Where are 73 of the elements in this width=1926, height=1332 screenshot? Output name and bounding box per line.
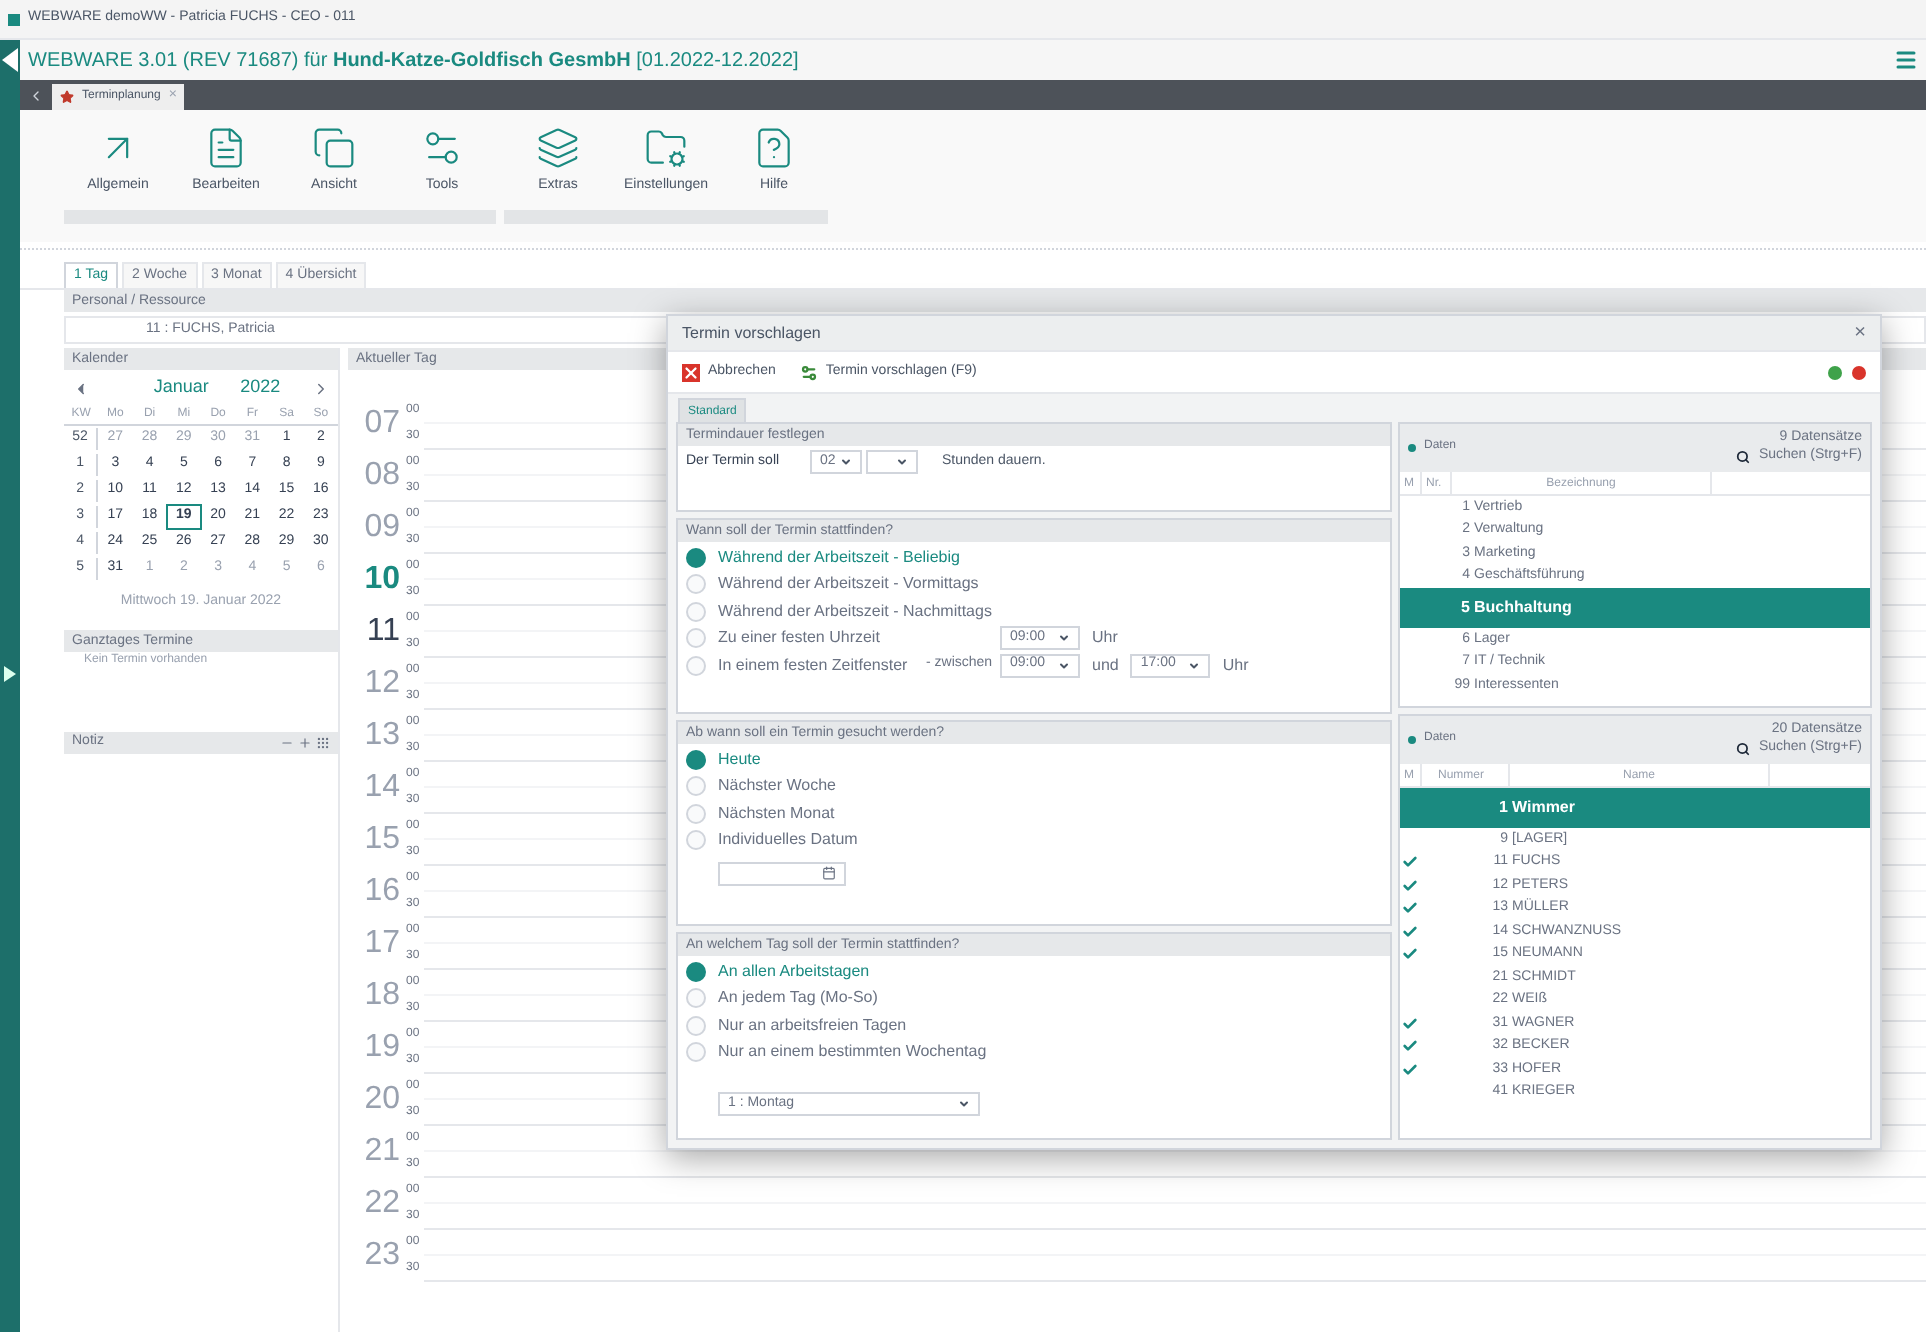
name-cell: Buchhaltung [1472, 596, 1572, 620]
radio-button[interactable] [686, 749, 706, 769]
plus-icon[interactable] [298, 735, 312, 749]
month-label: Januar [153, 374, 209, 401]
number-cell-text: 1 [1497, 796, 1510, 820]
help-icon [752, 126, 796, 170]
hour-label: 11 [364, 612, 400, 652]
option-label: Individuelles Datum [718, 828, 858, 852]
number-cell-text: 5 [1459, 596, 1472, 620]
menu-icon[interactable] [1894, 48, 1918, 72]
option-label: An allen Arbeitstagen [718, 959, 870, 983]
option-label: Nächster Woche [718, 774, 836, 798]
option-label: Während der Arbeitszeit - Vormittags [718, 572, 979, 596]
and-label: und [1092, 653, 1119, 677]
table-row[interactable]: 5 Buchhaltung [1400, 588, 1870, 628]
caret-icon [840, 456, 852, 468]
hour-label: 13 [362, 716, 400, 756]
date-field[interactable] [718, 861, 846, 885]
option-label: Zu einer festen Uhrzeit [718, 626, 880, 650]
hour-label: 19 [362, 1028, 400, 1068]
hour-label: 09 [362, 508, 400, 548]
dialog-title: Termin vorschlagen [682, 321, 821, 345]
hour-label: 20 [362, 1080, 400, 1120]
hour-label: 12 [362, 664, 400, 704]
layers-icon [536, 126, 580, 170]
option-label: Während der Arbeitszeit - Nachmittags [718, 599, 992, 623]
option-label: Nur an arbeitsfreien Tagen [718, 1013, 907, 1037]
name-cell: Wimmer [1510, 796, 1575, 820]
star-icon [60, 90, 74, 104]
search-icon [1736, 741, 1751, 755]
radio-button[interactable] [686, 547, 706, 567]
caret-icon [958, 1097, 970, 1110]
caret-icon [896, 456, 908, 468]
app-title: WEBWARE 3.01 (REV 71687) für Hund-Katze-Goldfisch GesmbH [01.2022-12.2022] [28, 47, 799, 75]
caret-icon [1188, 659, 1201, 671]
hour-label: 14 [362, 768, 400, 808]
grip-icon[interactable] [316, 735, 330, 749]
folder-gear-icon [644, 126, 688, 170]
caret-icon [1058, 659, 1070, 671]
hour-label: 22 [362, 1184, 400, 1224]
hour-label: 17 [362, 924, 400, 964]
hour-label: 18 [362, 976, 400, 1016]
next-month-icon[interactable] [312, 379, 330, 397]
caret-icon [1058, 632, 1070, 644]
hour-label: 15 [362, 820, 400, 860]
hour-label: 07 [362, 404, 400, 444]
hour-label: 21 [362, 1132, 400, 1172]
expand-arrow-icon[interactable] [4, 666, 16, 682]
hour-label: 10 [362, 560, 400, 600]
collapse-arrow-icon[interactable] [2, 48, 18, 72]
option-label: Nur an einem bestimmten Wochentag [718, 1040, 987, 1064]
search-icon [1736, 449, 1751, 463]
option-label: Heute [718, 747, 761, 771]
unit-label: Uhr [1222, 653, 1249, 677]
previous-month-icon[interactable] [72, 379, 90, 397]
option-label: Nächsten Monat [718, 801, 835, 825]
document-icon [204, 126, 248, 170]
dropdown[interactable] [866, 450, 918, 474]
year-label: 2022 [240, 374, 281, 401]
radio-button[interactable] [686, 961, 706, 981]
hour-label: 08 [362, 456, 400, 496]
hour-label: 23 [362, 1236, 400, 1276]
option-label: Während der Arbeitszeit - Beliebig [718, 545, 960, 569]
calendar-icon [822, 866, 836, 880]
option-label: An jedem Tag (Mo-So) [718, 986, 878, 1010]
cancel-icon [682, 363, 700, 381]
table-row[interactable]: 1 Wimmer [1400, 788, 1870, 828]
close-button[interactable]: × [1854, 323, 1866, 343]
scroll-left-icon[interactable] [28, 88, 44, 104]
option-label: In einem festen Zeitfenster [718, 653, 908, 677]
unit-label: Uhr [1092, 626, 1118, 650]
hour-label: 16 [362, 872, 400, 912]
pages-icon [312, 126, 356, 170]
